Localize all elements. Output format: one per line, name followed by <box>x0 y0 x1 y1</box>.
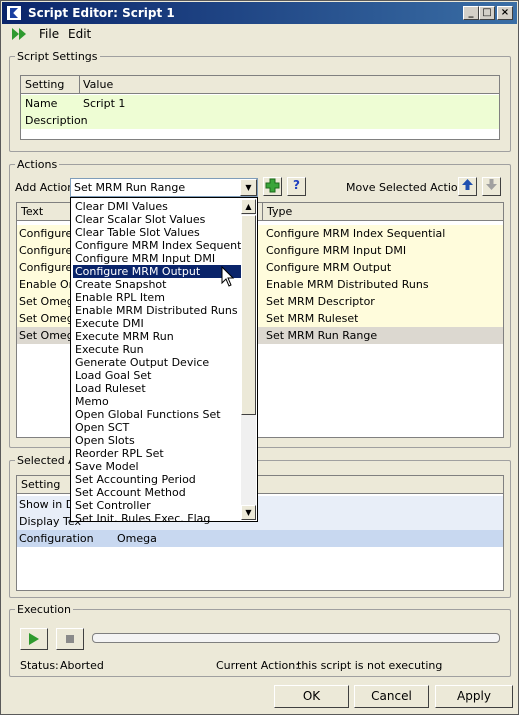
combo-dropdown-button[interactable]: ▼ <box>240 179 257 196</box>
setting-cell: Description <box>25 114 88 127</box>
dropdown-item[interactable]: Set Account Method <box>73 486 241 499</box>
dropdown-item[interactable]: Generate Output Device <box>73 356 241 369</box>
column-header-setting[interactable]: Setting <box>25 78 64 91</box>
actions-label: Actions <box>15 158 60 171</box>
script-settings-label: Script Settings <box>15 50 100 63</box>
setting-cell: Name <box>25 97 58 110</box>
setting-cell: Configuration <box>19 532 94 545</box>
current-action-label: Current Action: <box>216 659 299 672</box>
dropdown-item[interactable]: Set Accounting Period <box>73 473 241 486</box>
dropdown-item[interactable]: Enable MRM Distributed Runs <box>73 304 241 317</box>
play-icon <box>29 633 39 645</box>
column-header-value[interactable]: Value <box>83 78 113 91</box>
dropdown-item[interactable]: Configure MRM Output <box>72 264 242 279</box>
dropdown-item[interactable]: Configure MRM Input DMI <box>73 252 241 265</box>
script-editor-window: Script Editor: Script 1 _ □ × File Edit … <box>0 0 519 715</box>
dropdown-item[interactable]: Execute MRM Run <box>73 330 241 343</box>
table-header: Setting Value <box>21 76 499 94</box>
dropdown-item[interactable]: Clear DMI Values <box>73 200 241 213</box>
table-row[interactable]: Name Script 1 <box>21 95 499 112</box>
add-action-label: Add Action <box>15 181 75 194</box>
dropdown-item[interactable]: Clear Table Slot Values <box>73 226 241 239</box>
dropdown-scrollbar[interactable]: ▲ ▼ <box>241 199 256 520</box>
dropdown-item[interactable]: Clear Scalar Slot Values <box>73 213 241 226</box>
menu-bar: File Edit <box>2 24 517 44</box>
menu-edit[interactable]: Edit <box>68 27 91 41</box>
dropdown-item[interactable]: Memo <box>73 395 241 408</box>
plus-icon <box>265 178 280 193</box>
dropdown-item[interactable]: Set Init. Rules Exec. Flag <box>73 512 241 525</box>
status-value: Aborted <box>60 659 104 672</box>
dropdown-item[interactable]: Reorder RPL Set <box>73 447 241 460</box>
action-type-cell: Configure MRM Output <box>266 261 392 274</box>
run-button[interactable] <box>20 628 48 650</box>
window-title: Script Editor: Script 1 <box>28 6 175 20</box>
dropdown-item[interactable]: Enable RPL Item <box>73 291 241 304</box>
column-header-text[interactable]: Text <box>21 205 43 218</box>
dropdown-item[interactable]: Load Ruleset <box>73 382 241 395</box>
apply-button[interactable]: Apply <box>435 685 513 708</box>
title-bar: Script Editor: Script 1 _ □ × <box>2 2 517 24</box>
dropdown-item[interactable]: Create Snapshot <box>73 278 241 291</box>
scroll-thumb[interactable] <box>241 215 256 415</box>
current-action-value: this script is not executing <box>297 659 443 672</box>
action-type-cell: Enable MRM Distributed Runs <box>266 278 429 291</box>
arrow-down-icon <box>486 179 497 190</box>
scroll-down-button[interactable]: ▼ <box>241 505 256 520</box>
add-action-button[interactable] <box>263 177 282 196</box>
table-row[interactable]: Description <box>21 112 499 129</box>
action-type-cell: Set MRM Run Range <box>266 329 378 342</box>
dropdown-item[interactable]: Configure MRM Index Sequential <box>73 239 254 252</box>
add-action-value: Set MRM Run Range <box>74 181 186 194</box>
dropdown-item[interactable]: Open SCT <box>73 421 241 434</box>
close-button[interactable]: × <box>497 6 513 20</box>
run-script-icon[interactable] <box>12 28 28 40</box>
value-cell[interactable]: Script 1 <box>83 97 125 110</box>
menu-file[interactable]: File <box>39 27 59 41</box>
move-selected-action-label: Move Selected Action: <box>346 181 469 194</box>
add-action-dropdown-list[interactable]: Clear DMI Values Clear Scalar Slot Values… <box>70 197 258 525</box>
value-cell[interactable]: Omega <box>117 532 157 545</box>
mouse-cursor-icon <box>221 266 235 287</box>
dropdown-item[interactable]: Execute Run <box>73 343 241 356</box>
add-action-combo[interactable]: Set MRM Run Range ▼ <box>70 178 258 197</box>
action-type-cell: Set MRM Descriptor <box>266 295 375 308</box>
status-label: Status: <box>20 659 59 672</box>
move-down-button[interactable] <box>482 177 501 196</box>
column-header-type[interactable]: Type <box>267 205 292 218</box>
dropdown-item[interactable]: Open Slots <box>73 434 241 447</box>
help-button[interactable]: ? <box>287 177 306 196</box>
dropdown-item[interactable]: Save Model <box>73 460 241 473</box>
minimize-button[interactable]: _ <box>463 6 479 20</box>
scroll-up-button[interactable]: ▲ <box>241 199 256 214</box>
table-row-selected[interactable]: Configuration Omega <box>17 530 503 547</box>
stop-icon <box>66 635 74 643</box>
cancel-button[interactable]: Cancel <box>354 685 429 708</box>
app-icon <box>6 5 22 21</box>
action-type-cell: Configure MRM Index Sequential <box>266 227 446 240</box>
execution-progress-bar <box>92 633 500 643</box>
ok-button[interactable]: OK <box>274 685 349 708</box>
script-settings-table: Setting Value Name Script 1 Description <box>20 75 500 140</box>
stop-button[interactable] <box>56 628 84 650</box>
arrow-up-icon <box>462 179 473 190</box>
maximize-button[interactable]: □ <box>479 6 495 20</box>
execution-label: Execution <box>15 603 73 616</box>
action-type-cell: Configure MRM Input DMI <box>266 244 407 257</box>
help-icon: ? <box>293 178 300 192</box>
action-type-cell: Set MRM Ruleset <box>266 312 359 325</box>
dropdown-item[interactable]: Open Global Functions Set <box>73 408 241 421</box>
dropdown-item[interactable]: Execute DMI <box>73 317 241 330</box>
move-up-button[interactable] <box>458 177 477 196</box>
column-header-setting[interactable]: Setting <box>21 478 60 491</box>
dropdown-item[interactable]: Set Controller <box>73 499 241 512</box>
dropdown-item[interactable]: Load Goal Set <box>73 369 241 382</box>
